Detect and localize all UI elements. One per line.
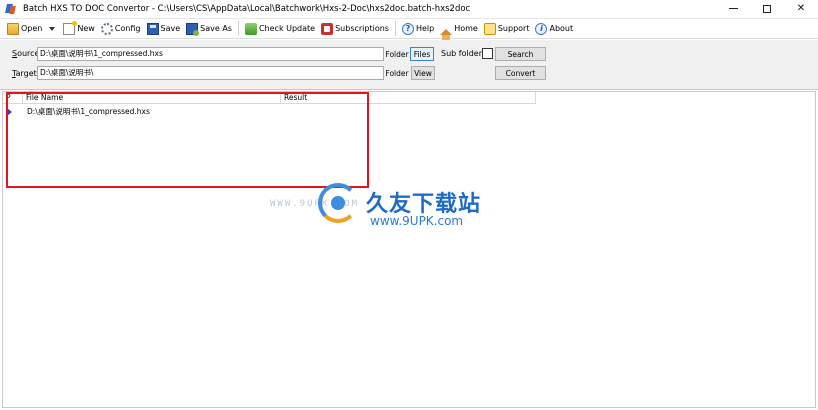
save-label: Save [160, 24, 181, 33]
save-as-label: Save As [200, 24, 232, 33]
home-button[interactable]: Home [437, 19, 481, 40]
support-icon [483, 22, 496, 35]
help-icon: ? [401, 22, 414, 35]
path-panel: Source D:\桌面\说明书\1_compressed.hxs Folder… [0, 40, 818, 90]
watermark-logo-dot-icon [331, 196, 345, 210]
app-icon [5, 3, 17, 15]
maximize-button[interactable] [750, 0, 784, 17]
close-icon: ✕ [796, 3, 806, 14]
subscriptions-label: Subscriptions [335, 24, 389, 33]
source-folder-button[interactable]: Folder [385, 47, 409, 61]
source-label: Source [12, 49, 40, 58]
save-as-button[interactable]: Save As [183, 19, 235, 38]
config-button[interactable]: Config [98, 19, 144, 38]
about-button[interactable]: i About [532, 19, 576, 38]
target-folder-button[interactable]: Folder [385, 66, 409, 80]
new-button[interactable]: New [60, 19, 97, 38]
close-button[interactable]: ✕ [784, 0, 818, 17]
home-label: Home [454, 24, 478, 33]
save-button[interactable]: Save [144, 19, 184, 38]
watermark-en-text: www.9UPK.com [370, 214, 464, 228]
folder-open-icon [7, 22, 19, 35]
help-label: Help [415, 24, 435, 33]
maximize-icon [763, 4, 771, 13]
highlight-box [6, 92, 369, 188]
info-icon: i [535, 22, 548, 35]
floppy-disk-icon [146, 22, 159, 35]
sub-folders-checkbox[interactable] [482, 48, 493, 59]
config-label: Config [114, 24, 141, 33]
toolbar-separator [237, 21, 239, 36]
subscriptions-button[interactable]: Subscriptions [318, 19, 392, 38]
open-button[interactable]: Open [4, 19, 45, 38]
open-dropdown-arrow-icon[interactable] [49, 26, 56, 31]
source-input[interactable]: D:\桌面\说明书\1_compressed.hxs [37, 47, 384, 61]
subscriptions-icon [321, 22, 334, 35]
new-label: New [77, 24, 95, 33]
about-label: About [549, 24, 574, 33]
check-update-label: Check Update [258, 24, 316, 33]
help-button[interactable]: ? Help [399, 19, 437, 38]
target-input[interactable]: D:\桌面\说明书\ [37, 66, 384, 80]
update-icon [244, 22, 257, 35]
check-update-button[interactable]: Check Update [242, 19, 318, 38]
new-file-icon [63, 20, 78, 35]
window-title: Batch HXS TO DOC Convertor - C:\Users\CS… [23, 3, 471, 14]
toolbar-separator [394, 21, 396, 36]
minimize-button[interactable] [716, 0, 750, 17]
minimize-icon [728, 8, 738, 9]
save-as-icon [186, 22, 200, 36]
home-icon [440, 23, 453, 40]
support-button[interactable]: Support [481, 19, 533, 38]
target-view-button[interactable]: View [411, 66, 435, 80]
target-label: Target [12, 69, 37, 78]
support-label: Support [497, 24, 530, 33]
window-controls: ✕ [716, 0, 818, 17]
open-label: Open [21, 24, 43, 33]
search-button[interactable]: Search [495, 47, 546, 61]
gear-icon [100, 22, 113, 35]
sub-folders-label: Sub folders [441, 49, 487, 58]
convert-button[interactable]: Convert [495, 66, 546, 80]
toolbar: Open New Config Save Save As Check Updat… [0, 18, 818, 40]
source-files-button[interactable]: Files [410, 47, 434, 61]
title-bar: Batch HXS TO DOC Convertor - C:\Users\CS… [0, 0, 818, 17]
